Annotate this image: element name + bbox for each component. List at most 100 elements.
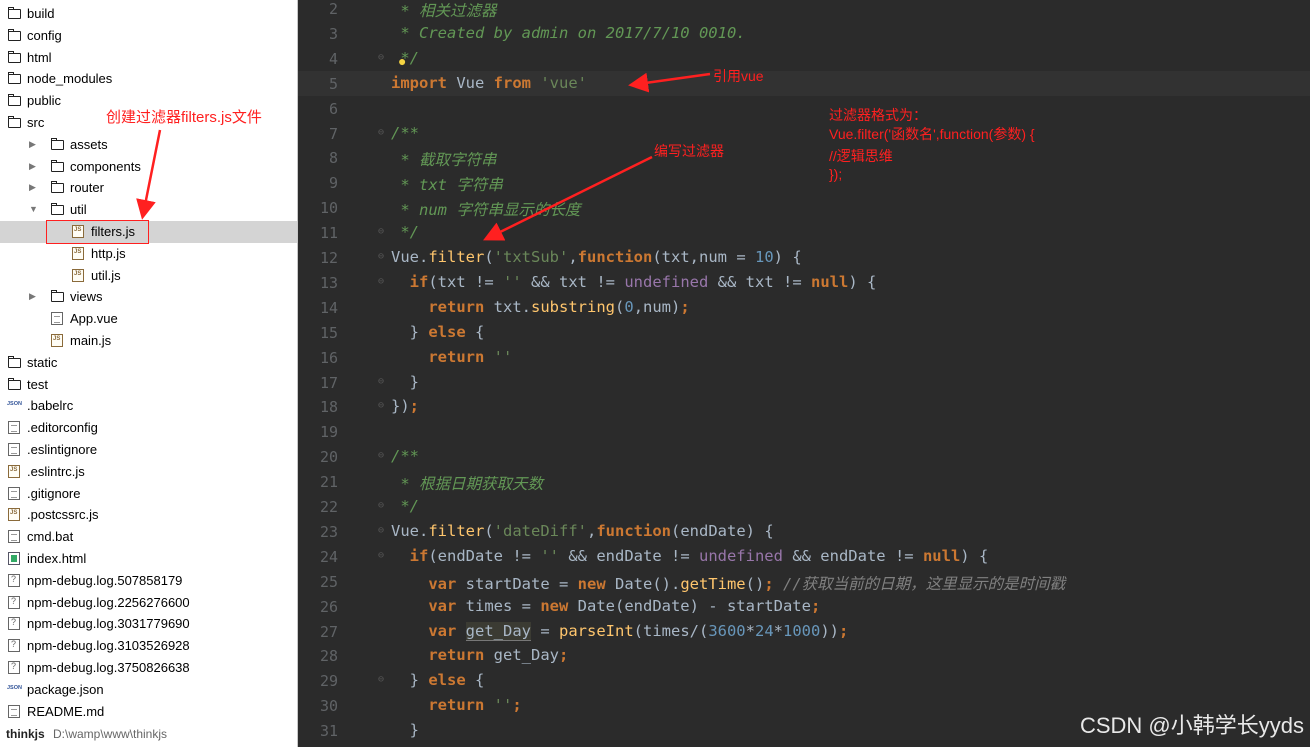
line-number: 7: [328, 124, 338, 143]
tree-item[interactable]: npm-debug.log.3103526928: [0, 635, 297, 657]
tree-item-label: static: [27, 354, 58, 370]
chevron-right-icon[interactable]: ▶: [29, 182, 36, 193]
chevron-right-icon[interactable]: ▶: [29, 139, 36, 150]
tree-item[interactable]: npm-debug.log.3031779690: [0, 613, 297, 635]
tree-item[interactable]: .eslintrc.js: [0, 461, 297, 483]
code-line[interactable]: 2 * 相关过滤器: [298, 0, 1310, 21]
folder-icon: [7, 50, 21, 63]
code-line[interactable]: 29 ⊖ } else {: [298, 668, 1310, 693]
code-text: /**: [391, 123, 419, 142]
tree-item-label: components: [70, 158, 141, 174]
tree-item[interactable]: util.js: [0, 265, 297, 287]
tree-item[interactable]: main.js: [0, 330, 297, 352]
fold-marker-icon[interactable]: ⊖: [378, 376, 387, 387]
tree-item[interactable]: package.json: [0, 679, 297, 701]
code-line[interactable]: 15 } else {: [298, 320, 1310, 345]
tree-item[interactable]: static: [0, 352, 297, 374]
code-line[interactable]: 26 var times = new Date(endDate) - start…: [298, 594, 1310, 619]
code-editor[interactable]: 2 * 相关过滤器 3 * Created by admin on 2017/7/…: [298, 0, 1310, 747]
fold-marker-icon[interactable]: ⊖: [378, 127, 387, 138]
tree-item[interactable]: npm-debug.log.3750826638: [0, 657, 297, 679]
code-line[interactable]: 13 ⊖ if(txt != '' && txt != undefined && …: [298, 270, 1310, 295]
project-root-row[interactable]: thinkjs D:\wamp\www\thinkjs: [0, 724, 297, 746]
fold-marker-icon[interactable]: ⊖: [378, 525, 387, 536]
tree-item[interactable]: config: [0, 25, 297, 47]
tree-item[interactable]: ▶ views: [0, 286, 297, 308]
folder-icon: [50, 137, 64, 150]
chevron-right-icon[interactable]: ▶: [29, 291, 36, 302]
tree-item[interactable]: .babelrc: [0, 395, 297, 417]
code-line[interactable]: 3 * Created by admin on 2017/7/10 0010.: [298, 21, 1310, 46]
tree-item[interactable]: ▶ router: [0, 177, 297, 199]
tree-item-label: README.md: [27, 703, 105, 719]
tree-item[interactable]: ▼ util: [0, 199, 297, 221]
tree-item[interactable]: node_modules: [0, 68, 297, 90]
tree-item[interactable]: test: [0, 374, 297, 396]
tree-item[interactable]: .editorconfig: [0, 417, 297, 439]
code-line[interactable]: 4 ⊖ */: [298, 46, 1310, 71]
code-line[interactable]: 20 ⊖ /**: [298, 444, 1310, 469]
tree-item[interactable]: App.vue: [0, 308, 297, 330]
code-line[interactable]: 12 ⊖ Vue.filter('txtSub',function(txt,num …: [298, 245, 1310, 270]
tree-item[interactable]: cmd.bat: [0, 526, 297, 548]
fold-marker-icon[interactable]: ⊖: [378, 251, 387, 262]
line-number: 12: [319, 249, 338, 267]
code-line[interactable]: 17 ⊖ }: [298, 370, 1310, 395]
line-number: 21: [319, 473, 338, 492]
fold-marker-icon[interactable]: ⊖: [378, 52, 387, 63]
watermark: CSDN @小韩学长yyds: [1079, 713, 1304, 738]
code-line[interactable]: 27 var get_Day = parseInt(times/(3600*24…: [298, 619, 1310, 644]
tree-item-label: cmd.bat: [27, 529, 74, 545]
tree-item[interactable]: ▶ components: [0, 156, 297, 178]
tree-item-label: main.js: [70, 333, 112, 348]
tree-item[interactable]: build: [0, 3, 297, 25]
code-line[interactable]: 28 return get_Day;: [298, 643, 1310, 668]
fold-marker-icon[interactable]: ⊖: [378, 550, 387, 561]
line-number: 14: [319, 298, 338, 317]
tree-item[interactable]: npm-debug.log.2256276600: [0, 592, 297, 614]
code-line[interactable]: 22 ⊖ */: [298, 494, 1310, 519]
tree-item[interactable]: README.md: [0, 701, 297, 723]
fold-marker-icon[interactable]: ⊖: [378, 500, 387, 511]
code-line[interactable]: 18 ⊖});: [298, 394, 1310, 419]
code-line[interactable]: 21 * 根据日期获取天数: [298, 469, 1310, 494]
code-line[interactable]: 6: [298, 96, 1310, 121]
code-line[interactable]: 25 var startDate = new Date().getTime();…: [298, 569, 1310, 594]
code-line[interactable]: 23 ⊖ Vue.filter('dateDiff',function(endDat…: [298, 519, 1310, 544]
code-line[interactable]: 10 * num 字符串显示的长度: [298, 195, 1310, 220]
code-line[interactable]: 9 * txt 字符串: [298, 170, 1310, 195]
fold-marker-icon[interactable]: ⊖: [378, 276, 387, 287]
chevron-down-icon[interactable]: ▼: [29, 204, 38, 214]
tree-item[interactable]: index.html: [0, 548, 297, 570]
tree-item[interactable]: .eslintignore: [0, 439, 297, 461]
folder-icon: [7, 72, 21, 85]
fold-marker-icon[interactable]: ⊖: [378, 674, 387, 685]
tree-item[interactable]: ▶ assets: [0, 134, 297, 156]
tree-item[interactable]: http.js: [0, 243, 297, 265]
code-line[interactable]: 8 * 截取字符串: [298, 145, 1310, 170]
tree-item[interactable]: .postcssrc.js: [0, 504, 297, 526]
chevron-right-icon[interactable]: ▶: [29, 161, 36, 172]
text-file-icon: [51, 312, 63, 326]
code-line[interactable]: 7 ⊖ /**: [298, 121, 1310, 146]
tree-item[interactable]: .gitignore: [0, 483, 297, 505]
fold-marker-icon[interactable]: ⊖: [378, 450, 387, 461]
fold-marker-icon[interactable]: ⊖: [378, 400, 387, 411]
tree-item-label: config: [27, 27, 62, 43]
code-line[interactable]: 5 import Vue from 'vue': [298, 70, 1310, 96]
code-line[interactable]: 24 ⊖ if(endDate != '' && endDate != undef…: [298, 544, 1310, 569]
code-line[interactable]: 19: [298, 419, 1310, 444]
code-line[interactable]: 11 ⊖ */: [298, 220, 1310, 245]
tree-item[interactable]: html: [0, 47, 297, 69]
code-text: /**: [391, 447, 419, 466]
tree-item-label: build: [27, 6, 55, 21]
folder-icon: [50, 181, 64, 194]
js-file-icon: [8, 464, 20, 478]
code-line[interactable]: 14 return txt.substring(0,num);: [298, 295, 1310, 320]
tree-item-label: App.vue: [70, 311, 118, 327]
fold-marker-icon[interactable]: ⊖: [378, 226, 387, 237]
lightbulb-icon[interactable]: ●: [398, 53, 406, 69]
code-line[interactable]: 16 return '': [298, 345, 1310, 370]
text-file-icon: [8, 530, 20, 544]
tree-item[interactable]: npm-debug.log.507858179: [0, 570, 297, 592]
